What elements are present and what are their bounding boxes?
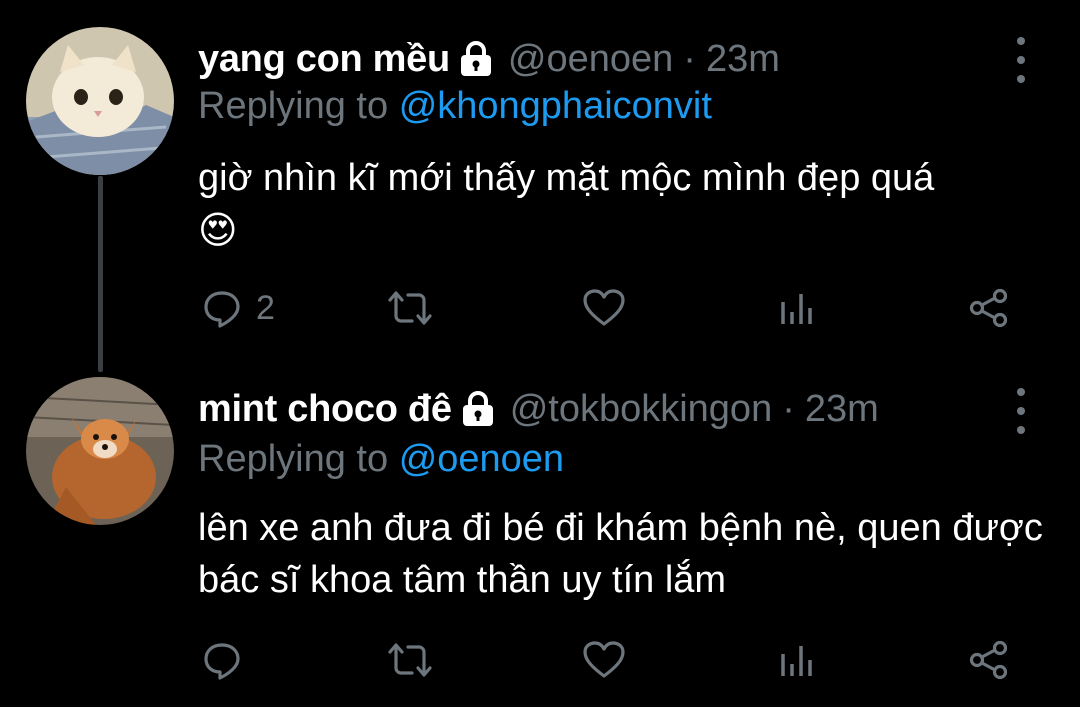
like-icon <box>582 640 626 680</box>
reply-button[interactable] <box>202 638 256 682</box>
display-name[interactable]: yang con mều <box>198 38 450 81</box>
more-icon[interactable] <box>1011 37 1031 83</box>
share-icon <box>968 639 1010 681</box>
tweet-actions <box>198 638 1028 682</box>
reply-button[interactable]: 2 <box>202 286 275 330</box>
timestamp[interactable]: 23m <box>706 38 780 81</box>
tweet-header: yang con mều @oenoen · 23m <box>198 34 780 84</box>
analytics-button[interactable] <box>777 286 817 330</box>
lock-icon <box>460 390 496 428</box>
share-icon <box>968 287 1010 329</box>
reply-icon <box>202 288 242 328</box>
replying-to: Replying to @oenoen <box>198 438 564 481</box>
fox-avatar[interactable] <box>26 377 174 525</box>
display-name[interactable]: mint choco đê <box>198 388 452 431</box>
mention-link[interactable]: @khongphaiconvit <box>399 85 712 127</box>
mention-link[interactable]: @oenoen <box>399 438 564 480</box>
retweet-button[interactable] <box>386 286 434 330</box>
analytics-icon <box>777 288 817 328</box>
share-button[interactable] <box>968 638 1010 682</box>
separator-dot: · <box>683 37 696 80</box>
tweet-header: mint choco đê @tokbokkingon · 23m <box>198 384 879 434</box>
analytics-button[interactable] <box>777 638 817 682</box>
replying-prefix: Replying to <box>198 85 389 127</box>
heart-eyes-emoji: 😍 <box>198 208 238 252</box>
separator-dot: · <box>782 387 795 430</box>
like-icon <box>582 288 626 328</box>
share-button[interactable] <box>968 286 1010 330</box>
replying-prefix: Replying to <box>198 438 389 480</box>
user-handle[interactable]: @oenoen <box>508 38 673 81</box>
tweet-text: giờ nhìn kĩ mới thấy mặt mộc mình đẹp qu… <box>198 152 1058 256</box>
tweet-text-content: lên xe anh đưa đi bé đi khám bệnh nè, qu… <box>198 507 1043 601</box>
retweet-icon <box>386 288 434 328</box>
thread-line <box>98 176 103 372</box>
tweet-text: lên xe anh đưa đi bé đi khám bệnh nè, qu… <box>198 502 1058 606</box>
like-button[interactable] <box>582 638 626 682</box>
tweet-text-content: giờ nhìn kĩ mới thấy mặt mộc mình đẹp qu… <box>198 157 935 199</box>
retweet-icon <box>386 640 434 680</box>
cat-avatar[interactable] <box>26 27 174 175</box>
tweet-actions: 2 <box>198 286 1028 330</box>
like-button[interactable] <box>582 286 626 330</box>
retweet-button[interactable] <box>386 638 434 682</box>
user-handle[interactable]: @tokbokkingon <box>510 388 773 431</box>
reply-icon <box>202 640 242 680</box>
timestamp[interactable]: 23m <box>805 388 879 431</box>
reply-count: 2 <box>256 288 275 327</box>
more-icon[interactable] <box>1011 388 1031 434</box>
lock-icon <box>458 40 494 78</box>
replying-to: Replying to @khongphaiconvit <box>198 85 712 128</box>
analytics-icon <box>777 640 817 680</box>
